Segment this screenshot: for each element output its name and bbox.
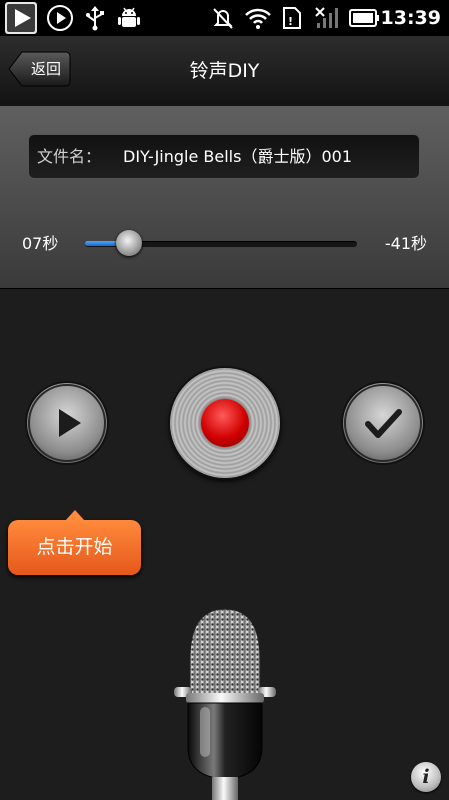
filename-field[interactable]: 文件名： DIY-Jingle Bells（爵士版）001 xyxy=(28,134,420,179)
music-play-icon xyxy=(44,0,76,36)
android-debug-icon xyxy=(115,0,143,36)
status-time: 13:39 xyxy=(380,7,441,29)
slider-thumb[interactable] xyxy=(116,230,142,256)
play-button[interactable] xyxy=(27,383,107,463)
page-title: 铃声DIY xyxy=(189,60,260,82)
progress-slider[interactable] xyxy=(85,230,357,256)
mute-icon xyxy=(208,0,238,36)
info-button[interactable]: i xyxy=(411,762,441,792)
status-bar: ! 13:39 xyxy=(0,0,449,36)
start-tooltip: 点击开始 xyxy=(8,510,141,575)
tooltip-text: 点击开始 xyxy=(36,536,113,558)
wifi-icon xyxy=(243,0,273,36)
svg-text:!: ! xyxy=(288,15,293,28)
filename-label: 文件名： xyxy=(37,147,102,166)
play-icon xyxy=(28,384,106,462)
battery-icon xyxy=(348,0,382,36)
remaining-time: -41秒 xyxy=(384,234,427,253)
record-icon xyxy=(201,399,249,447)
sd-card-icon: ! xyxy=(278,0,306,36)
no-signal-icon xyxy=(312,0,342,36)
microphone-icon xyxy=(174,608,276,800)
filename-value[interactable]: DIY-Jingle Bells（爵士版）001 xyxy=(123,135,352,178)
record-button[interactable] xyxy=(170,368,280,478)
usb-icon xyxy=(82,0,108,36)
checkmark-icon xyxy=(344,384,422,462)
info-icon: i xyxy=(422,766,430,788)
confirm-button[interactable] xyxy=(343,383,423,463)
play-store-icon xyxy=(3,0,39,36)
elapsed-time: 07秒 xyxy=(22,234,59,253)
